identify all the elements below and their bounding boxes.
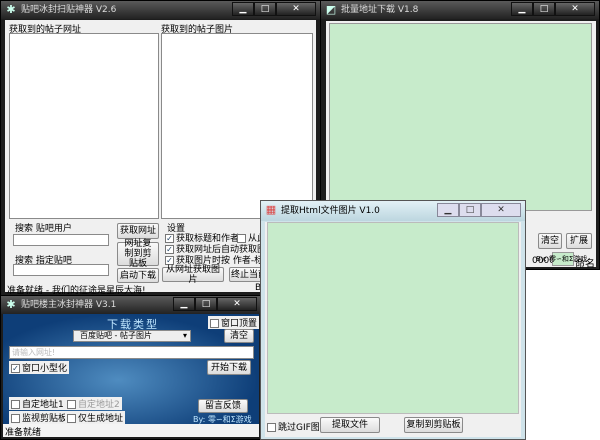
expand-button[interactable]: 扩展 (566, 233, 592, 249)
checkbox[interactable] (267, 423, 276, 432)
option-label: 自定地址2 (78, 400, 120, 410)
option-label: 仅生成地址 (78, 414, 124, 424)
start-download-button[interactable]: 启动下载 (117, 268, 159, 283)
minimize-button[interactable]: ▁ (511, 2, 533, 16)
search-bar-input[interactable] (13, 264, 109, 276)
option-label: 自定地址1 (22, 400, 64, 410)
option-label: 跳过GIF图 (278, 423, 320, 433)
option-label: 窗口小型化 (22, 364, 68, 374)
status-text: 准备就绪 (5, 428, 42, 438)
checkbox[interactable] (11, 414, 20, 423)
close-button[interactable]: ✕ (481, 203, 521, 217)
checkbox[interactable] (11, 400, 20, 409)
app-icon: ✱ (6, 298, 16, 311)
dropdown-value: 百度贴吧 - 帖子图片 (80, 331, 152, 340)
option-label: 窗口顶置 (221, 319, 258, 329)
window-html-extract: ▦ 提取Html文件图片 V1.0 ▁ □ ✕ 跳过GIF图 提取文件 复制到剪贴板 (260, 200, 526, 440)
close-button[interactable]: ✕ (555, 2, 595, 16)
title-bar[interactable]: ◩ 批量地址下载 V1.8 ▁ □ ✕ (321, 1, 599, 19)
window-title: 提取Html文件图片 V1.0 (281, 206, 380, 216)
window-title: 贴吧楼主冰封神器 V3.1 (21, 300, 117, 310)
search-user-input[interactable] (13, 234, 109, 246)
start-download-button[interactable]: 开始下载 (207, 360, 251, 375)
window-title: 贴吧冰封扫贴神器 V2.6 (21, 5, 117, 15)
title-bar[interactable]: ✱ 贴吧冰封扫贴神器 V2.6 ▁ □ ✕ (1, 1, 320, 19)
download-type-dropdown[interactable]: 百度贴吧 - 帖子图片 ▾ (73, 330, 191, 342)
extract-file-button[interactable]: 提取文件 (320, 417, 380, 433)
custom-url-2-option[interactable]: 自定地址2 (65, 397, 122, 410)
checkbox[interactable] (67, 400, 76, 409)
window-body: 跳过GIF图 提取文件 复制到剪贴板 (265, 222, 521, 437)
copy-clipboard-button[interactable]: 复制到剪贴板 (404, 417, 463, 433)
search-user-label: 搜索 贴吧用户 (15, 224, 72, 234)
clear-button[interactable]: 清空 (538, 233, 562, 249)
clear-button[interactable]: 清空 (224, 329, 254, 343)
maximize-button[interactable]: □ (254, 2, 276, 16)
app-icon: ▦ (265, 203, 277, 216)
chevron-down-icon: ▾ (182, 331, 187, 340)
checkbox[interactable] (210, 319, 219, 328)
from-url-button[interactable]: 从网址获取图片 (162, 265, 224, 285)
monitor-clipboard-option[interactable]: 监视剪贴板 (9, 411, 70, 424)
url-textarea[interactable] (329, 23, 592, 211)
minimize-button[interactable]: ▁ (173, 297, 195, 311)
maximize-button[interactable]: □ (533, 2, 555, 16)
by-label: By: 零∽和Σ游戏 (536, 255, 588, 263)
option-label: 监视剪贴板 (22, 414, 68, 424)
mini-window-option[interactable]: ✓ 窗口小型化 (9, 361, 70, 374)
app-icon: ◩ (325, 3, 337, 16)
get-url-button[interactable]: 获取网址 (117, 223, 159, 239)
url-list[interactable] (9, 33, 159, 219)
checkbox-checked[interactable]: ✓ (11, 364, 20, 373)
image-list[interactable] (161, 33, 313, 219)
feedback-button[interactable]: 留言反馈 (198, 399, 248, 413)
minimize-button[interactable]: ▁ (437, 203, 459, 217)
maximize-button[interactable]: □ (459, 203, 481, 217)
window-tieba-freeze: ✱ 贴吧楼主冰封神器 V3.1 ▁ □ ✕ 下载类型 窗口顶置 百度贴吧 - 帖子图片… (0, 295, 262, 440)
title-bar[interactable]: ▦ 提取Html文件图片 V1.0 ▁ □ ✕ (261, 201, 525, 221)
topmost-option[interactable]: 窗口顶置 (208, 316, 260, 329)
custom-url-1-option[interactable]: 自定地址1 (9, 397, 66, 410)
html-textarea[interactable] (267, 222, 519, 414)
title-bar[interactable]: ✱ 贴吧楼主冰封神器 V3.1 ▁ □ ✕ (1, 296, 261, 314)
copy-url-button[interactable]: 网址复制到剪贴板 (117, 239, 159, 269)
window-title: 批量地址下载 V1.8 (341, 5, 419, 15)
close-button[interactable]: ✕ (217, 297, 257, 311)
window-body: 下载类型 窗口顶置 百度贴吧 - 帖子图片 ▾ 清空 请输入网址! ✓ 窗口小型化 … (3, 314, 260, 424)
skip-gif-option[interactable]: 跳过GIF图 (267, 420, 320, 433)
checkbox[interactable] (67, 414, 76, 423)
minimize-button[interactable]: ▁ (232, 2, 254, 16)
status-bar: 准备就绪 (3, 424, 259, 438)
only-generate-option[interactable]: 仅生成地址 (65, 411, 126, 424)
url-input[interactable]: 请输入网址! (9, 346, 254, 359)
app-icon: ✱ (6, 3, 16, 16)
close-button[interactable]: ✕ (276, 2, 316, 16)
maximize-button[interactable]: □ (195, 297, 217, 311)
